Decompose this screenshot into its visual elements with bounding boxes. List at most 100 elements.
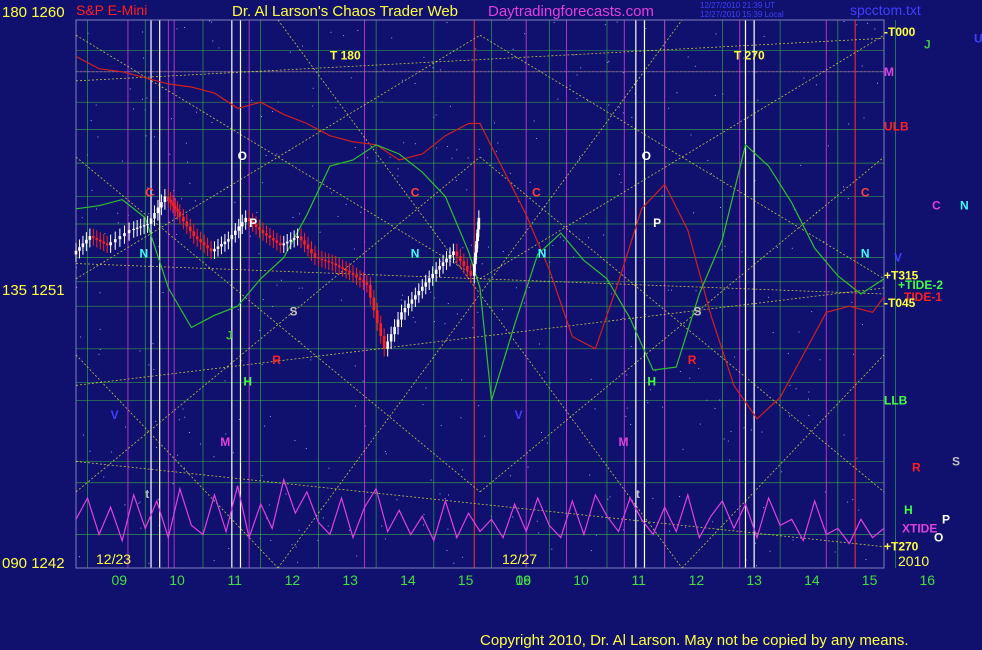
star-dot xyxy=(630,424,632,425)
star-dot xyxy=(80,336,82,338)
star-dot xyxy=(721,249,723,251)
x-tick-label: 12 xyxy=(285,572,301,588)
right-label: S xyxy=(952,454,960,468)
right-label: V xyxy=(894,250,902,264)
chaos-trader-chart: T 180 T 270 O O C C C C P P N N N N S S J R R H H V V M Mt t -T00… xyxy=(0,0,982,650)
star-dot xyxy=(655,370,657,372)
star-dot xyxy=(685,526,687,528)
price-candle xyxy=(118,236,122,240)
price-candle xyxy=(153,213,156,219)
star-dot xyxy=(143,57,144,59)
price-candle xyxy=(265,233,268,236)
planet-marker: M xyxy=(220,435,230,449)
star-dot xyxy=(447,303,449,305)
star-dot xyxy=(350,77,352,79)
star-dot xyxy=(213,456,215,458)
star-dot xyxy=(162,292,164,293)
star-dot xyxy=(96,208,97,210)
planet-marker: M xyxy=(619,435,629,449)
star-dot xyxy=(607,498,609,500)
star-dot xyxy=(340,299,342,301)
price-candle xyxy=(258,227,261,231)
price-candle xyxy=(462,261,466,266)
star-dot xyxy=(650,389,652,391)
star-dot xyxy=(856,24,858,26)
star-dot xyxy=(146,97,148,99)
star-dot xyxy=(668,107,670,109)
star-dot xyxy=(815,84,817,86)
star-dot xyxy=(741,251,743,253)
price-candle xyxy=(195,236,199,240)
star-dot xyxy=(803,77,805,79)
star-dot xyxy=(269,415,271,417)
price-candle xyxy=(420,286,424,291)
price-candle xyxy=(344,269,348,271)
star-dot xyxy=(187,161,189,163)
price-candle xyxy=(324,259,327,262)
planet-marker: R xyxy=(688,353,697,367)
star-dot xyxy=(133,108,134,110)
star-dot xyxy=(502,308,503,310)
star-dot xyxy=(792,539,794,541)
star-dot xyxy=(867,22,868,24)
price-candle xyxy=(233,230,237,235)
price-candle xyxy=(146,223,149,226)
planet-marker: V xyxy=(111,408,119,422)
star-dot xyxy=(662,406,664,408)
star-dot xyxy=(630,346,632,347)
star-dot xyxy=(668,530,670,532)
price-candle xyxy=(244,217,247,223)
planet-marker: P xyxy=(653,216,661,230)
star-dot xyxy=(414,321,416,323)
star-dot xyxy=(99,328,101,330)
right-label: C xyxy=(932,199,941,213)
star-dot xyxy=(495,150,497,152)
star-dot xyxy=(330,31,332,33)
star-dot xyxy=(145,135,147,137)
star-dot xyxy=(232,452,234,454)
price-candle xyxy=(279,242,282,246)
star-dot xyxy=(466,189,468,191)
star-dot xyxy=(264,425,266,427)
star-dot xyxy=(477,311,479,313)
star-dot xyxy=(481,263,483,265)
price-candle xyxy=(192,231,196,237)
star-dot xyxy=(743,427,745,429)
price-candle xyxy=(220,244,223,247)
star-dot xyxy=(81,217,83,219)
star-dot xyxy=(676,92,678,94)
star-dot xyxy=(604,24,606,26)
star-dot xyxy=(652,497,654,499)
star-dot xyxy=(423,524,424,526)
price-candle xyxy=(275,240,279,243)
star-dot xyxy=(328,467,330,469)
star-dot xyxy=(289,51,291,53)
star-dot xyxy=(647,402,649,404)
star-dot xyxy=(763,35,765,37)
star-dot xyxy=(299,213,301,215)
star-dot xyxy=(319,231,321,233)
star-dot xyxy=(811,311,813,313)
price-candle xyxy=(216,246,220,249)
star-dot xyxy=(157,498,159,500)
y-label-bottom: 090 1242 xyxy=(2,555,65,572)
star-dot xyxy=(299,340,301,342)
star-dot xyxy=(110,451,112,453)
price-candle xyxy=(386,341,389,349)
star-dot xyxy=(184,27,186,28)
star-dot xyxy=(301,45,303,47)
star-dot xyxy=(97,136,99,138)
star-dot xyxy=(824,491,826,493)
planet-marker: N xyxy=(139,246,148,260)
star-dot xyxy=(724,245,726,247)
price-candle xyxy=(365,282,369,285)
star-dot xyxy=(268,504,270,506)
star-dot xyxy=(453,562,455,564)
star-dot xyxy=(528,287,530,288)
star-dot xyxy=(552,245,554,247)
star-dot xyxy=(440,424,442,426)
star-dot xyxy=(541,432,542,433)
star-dot xyxy=(258,253,260,255)
price-candle xyxy=(127,230,131,234)
star-dot xyxy=(497,142,499,144)
